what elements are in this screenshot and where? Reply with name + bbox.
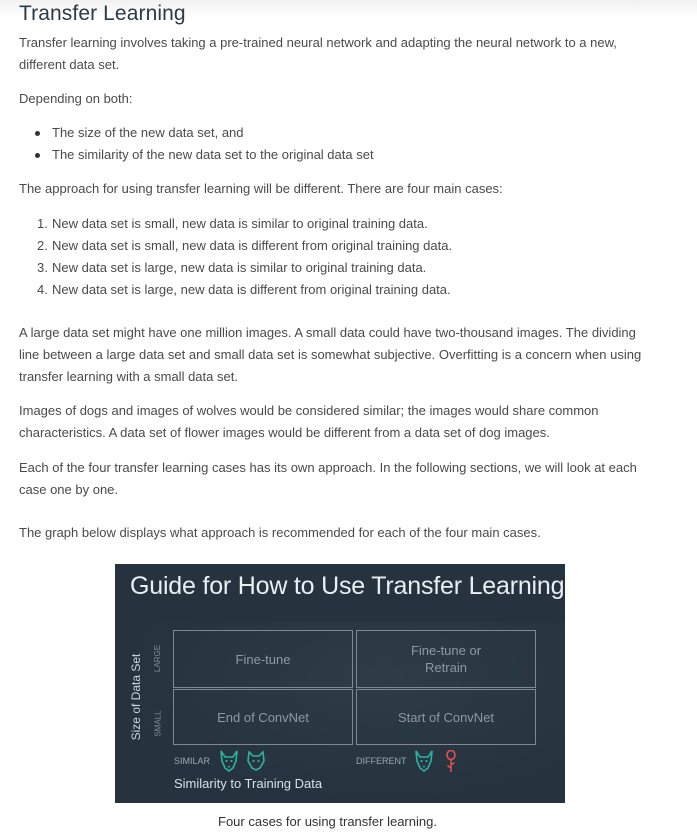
case-number: 2. xyxy=(37,238,48,253)
case-number: 4. xyxy=(37,282,48,297)
cell-small-similar: End of ConvNet xyxy=(173,689,353,745)
case-text: New data set is large, new data is diffe… xyxy=(52,282,451,297)
case-number: 1. xyxy=(37,216,48,231)
cell-large-different: Fine-tune or Retrain xyxy=(356,630,536,688)
y-axis: Size of Data Set xyxy=(129,652,143,744)
depending-paragraph: Depending on both: xyxy=(19,91,133,106)
page-title: Transfer Learning xyxy=(19,2,186,25)
approach-paragraph: The approach for using transfer learning… xyxy=(19,181,503,196)
y-label-large: LARGE xyxy=(153,644,163,673)
x-label-different: DIFFERENT xyxy=(356,756,407,766)
figure-caption: Four cases for using transfer learning. xyxy=(218,814,437,829)
case-text: New data set is small, new data is diffe… xyxy=(52,238,453,253)
flower-icon xyxy=(445,749,457,779)
large-data-paragraph: A large data set might have one million … xyxy=(19,325,642,384)
list-item: 1. New data set is small, new data is sim… xyxy=(37,213,452,235)
dog-icon xyxy=(414,750,434,777)
figure-title: Guide for How to Use Transfer Learning xyxy=(130,572,565,600)
wolf-icon xyxy=(246,750,266,776)
list-item: 2. New data set is small, new data is dif… xyxy=(37,235,452,257)
dog-icon xyxy=(219,750,239,777)
y-axis-title: Size of Data Set xyxy=(129,653,143,741)
bullet-list: The size of the new data set, and The si… xyxy=(33,122,374,166)
y-label-small: SMALL xyxy=(153,710,163,737)
intro-paragraph: Transfer learning involves taking a pre-… xyxy=(19,35,617,72)
case-text: New data set is large, new data is simil… xyxy=(52,260,427,275)
cell-text-line2: Retrain xyxy=(425,660,467,675)
cell-text-line1: Fine-tune or xyxy=(410,643,482,658)
cell-large-similar: Fine-tune xyxy=(173,630,353,688)
x-label-similar: SIMILAR xyxy=(174,756,211,766)
list-item: 4. New data set is large, new data is dif… xyxy=(37,279,452,301)
list-item: The similarity of the new data set to th… xyxy=(33,144,374,166)
case-text: New data set is small, new data is simil… xyxy=(52,216,428,231)
list-item: The size of the new data set, and xyxy=(33,122,374,144)
list-item: 3. New data set is large, new data is sim… xyxy=(37,257,452,279)
cases-list: 1. New data set is small, new data is sim… xyxy=(37,213,452,301)
transfer-learning-guide-figure: Guide for How to Use Transfer Learning S… xyxy=(115,564,565,803)
each-case-paragraph: Each of the four transfer learning cases… xyxy=(19,460,637,497)
cell-small-different: Start of ConvNet xyxy=(356,689,536,745)
case-number: 3. xyxy=(37,260,48,275)
dogs-wolves-paragraph: Images of dogs and images of wolves woul… xyxy=(19,403,599,440)
x-axis-title: Similarity to Training Data xyxy=(174,776,323,791)
graph-intro-paragraph: The graph below displays what approach i… xyxy=(19,525,541,540)
